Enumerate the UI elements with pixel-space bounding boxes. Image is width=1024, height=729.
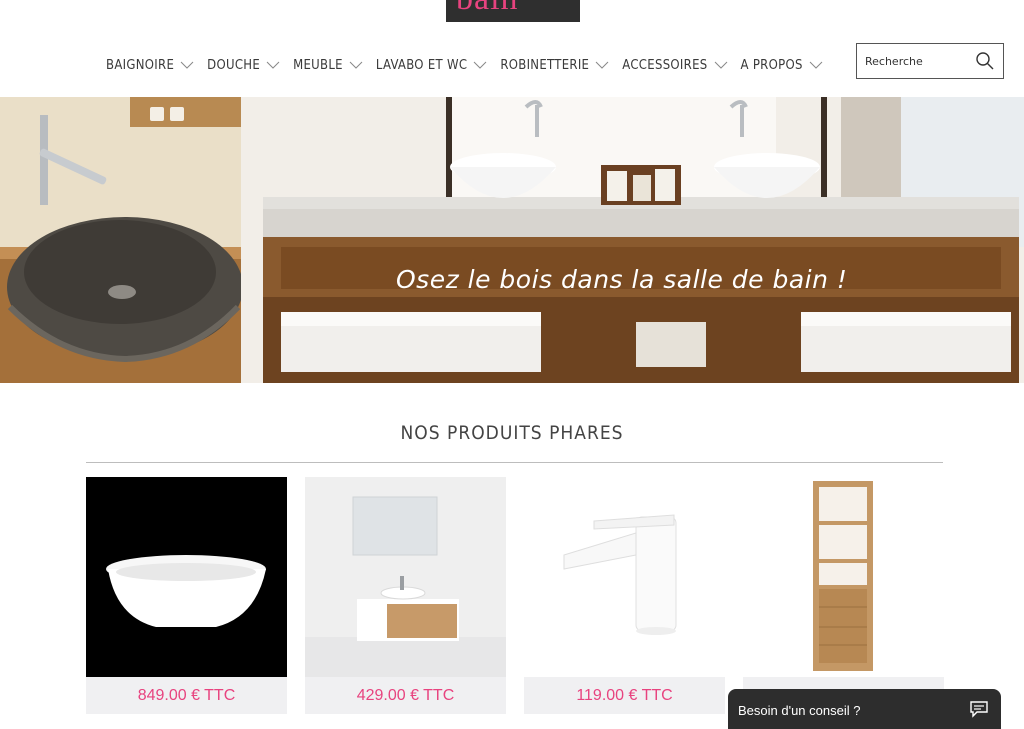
chevron-down-icon bbox=[714, 60, 728, 70]
product-image-wooden-column-shelf bbox=[743, 477, 944, 677]
product-card[interactable]: 119.00 € TTC bbox=[524, 477, 725, 724]
product-price: 119.00 € TTC bbox=[524, 677, 725, 714]
nav-item-lavabo-et-wc[interactable]: LAVABO ET WC bbox=[376, 58, 487, 73]
chevron-down-icon bbox=[809, 60, 823, 70]
nav-label: MEUBLE bbox=[293, 57, 343, 73]
product-image-faucet bbox=[524, 477, 725, 677]
nav-label: A PROPOS bbox=[740, 57, 803, 73]
chevron-down-icon bbox=[266, 60, 280, 70]
product-image-bathtub bbox=[86, 477, 287, 677]
chat-widget[interactable]: Besoin d'un conseil ? bbox=[728, 689, 1001, 729]
product-image-vanity-cabinet bbox=[305, 477, 506, 677]
nav-label: ROBINETTERIE bbox=[500, 57, 590, 73]
chevron-down-icon bbox=[180, 60, 194, 70]
nav-label: ACCESSOIRES bbox=[622, 57, 708, 73]
hero-vanity-image bbox=[241, 97, 1024, 383]
nav-label: LAVABO ET WC bbox=[375, 57, 468, 73]
product-card[interactable] bbox=[743, 477, 944, 724]
chevron-down-icon bbox=[349, 60, 363, 70]
product-price: 429.00 € TTC bbox=[305, 677, 506, 714]
nav-label: DOUCHE bbox=[207, 57, 261, 73]
nav-label: BAIGNOIRE bbox=[106, 57, 175, 73]
nav-item-douche[interactable]: DOUCHE bbox=[207, 58, 280, 73]
nav-item-baignoire[interactable]: BAIGNOIRE bbox=[106, 58, 194, 73]
featured-products: 849.00 € TTC 429.00 € TTC 119.00 € TTC bbox=[86, 477, 986, 724]
nav-item-robinetterie[interactable]: ROBINETTERIE bbox=[500, 58, 609, 73]
chevron-down-icon bbox=[473, 60, 487, 70]
site-logo[interactable]: bain bbox=[446, 0, 580, 22]
logo-text: bain bbox=[456, 0, 519, 18]
chat-label: Besoin d'un conseil ? bbox=[738, 703, 861, 718]
nav-item-a-propos[interactable]: A PROPOS bbox=[741, 58, 823, 73]
search-input[interactable] bbox=[865, 52, 965, 70]
nav-item-meuble[interactable]: MEUBLE bbox=[293, 58, 363, 73]
section-divider bbox=[86, 462, 943, 463]
search-icon[interactable] bbox=[975, 51, 995, 71]
product-card[interactable]: 429.00 € TTC bbox=[305, 477, 506, 724]
product-card[interactable]: 849.00 € TTC bbox=[86, 477, 287, 724]
main-nav: BAIGNOIRE DOUCHE MEUBLE LAVABO ET WC ROB… bbox=[106, 54, 836, 76]
hero-banner[interactable]: Osez le bois dans la salle de bain ! bbox=[0, 97, 1024, 383]
chat-bubble-icon bbox=[969, 699, 989, 719]
chevron-down-icon bbox=[595, 60, 609, 70]
hero-caption: Osez le bois dans la salle de bain ! bbox=[396, 265, 848, 294]
featured-title: NOS PRODUITS PHARES bbox=[400, 422, 624, 444]
product-price: 849.00 € TTC bbox=[86, 677, 287, 714]
nav-item-accessoires[interactable]: ACCESSOIRES bbox=[622, 58, 727, 73]
hero-stone-sink-image bbox=[0, 97, 241, 383]
search-box bbox=[856, 43, 1004, 79]
